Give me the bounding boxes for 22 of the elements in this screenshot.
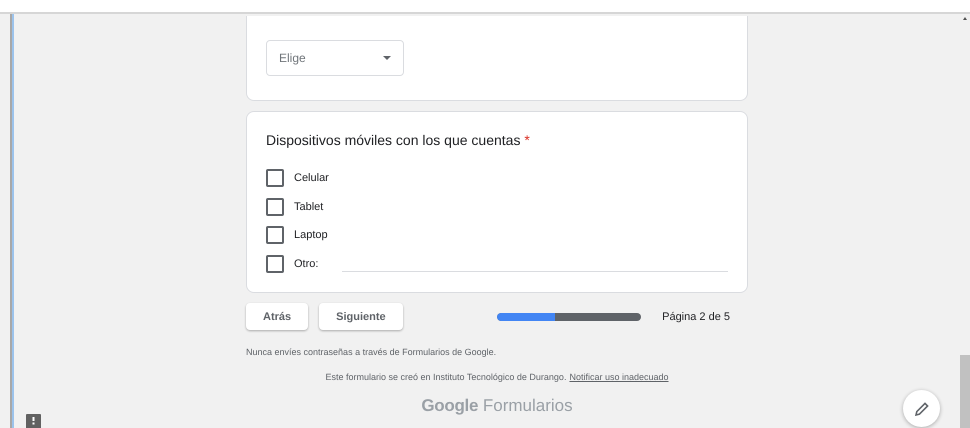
next-button[interactable]: Siguiente	[319, 303, 403, 330]
option-label: Celular	[294, 172, 329, 184]
report-link[interactable]: Notificar uso inadecuado	[569, 372, 669, 382]
checkbox[interactable]	[266, 198, 284, 216]
question-title: Dispositivos móviles con los que cuentas *	[266, 132, 531, 148]
option-label: Otro:	[294, 258, 318, 270]
creator-note: Este formulario se creó en Instituto Tecnológico de Durango.	[325, 372, 566, 382]
checkbox[interactable]	[266, 254, 284, 273]
password-notice: Nunca envíes contraseñas a través de Formularios de Google.	[246, 347, 498, 357]
report-icon[interactable]	[26, 414, 41, 428]
checkbox[interactable]	[266, 169, 284, 188]
option-label: Laptop	[294, 229, 328, 242]
scrollbar-thumb[interactable]	[960, 355, 970, 428]
edit-button[interactable]	[903, 390, 940, 427]
option-label: Tablet	[294, 200, 324, 213]
dropdown[interactable]: Elige	[266, 40, 404, 76]
pencil-icon	[914, 402, 928, 416]
back-button[interactable]: Atrás	[246, 303, 308, 330]
checkbox[interactable]	[266, 226, 284, 244]
caret-icon	[383, 56, 391, 60]
forms-logo: Google Formularios	[420, 396, 574, 416]
page-indicator: Página 2 de 5	[662, 310, 730, 322]
